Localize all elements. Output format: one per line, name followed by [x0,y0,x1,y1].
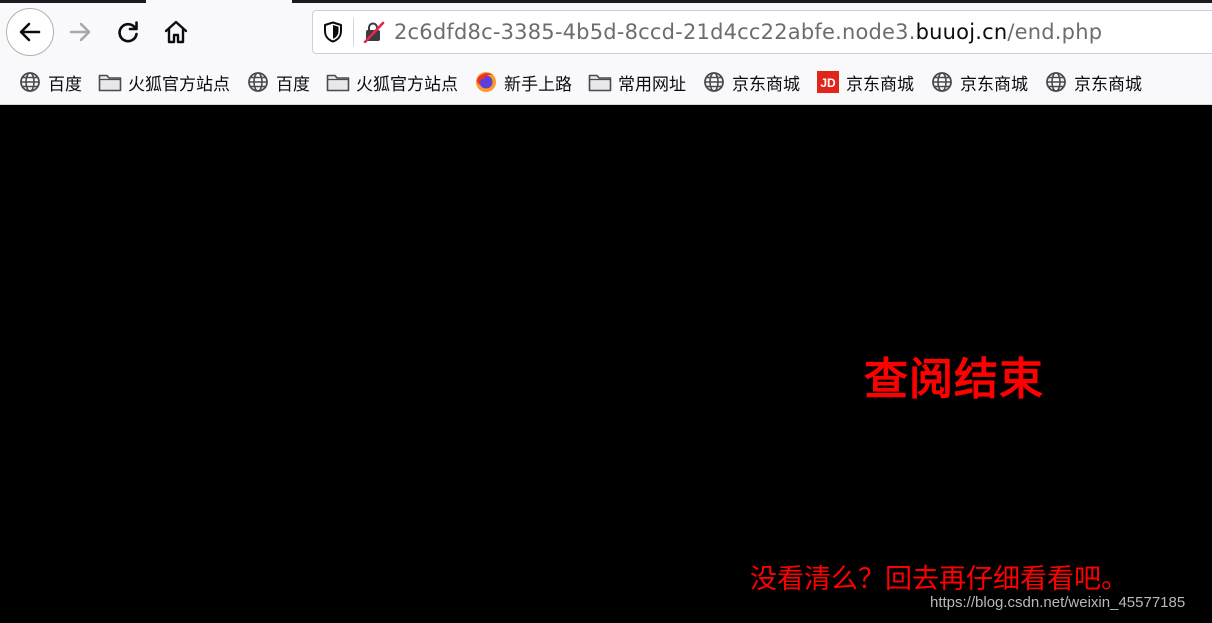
arrow-right-icon [69,22,91,42]
bookmark-label: 百度 [48,74,82,95]
globe-icon [1044,70,1068,94]
globe-icon [18,70,42,94]
reload-button[interactable] [104,8,152,56]
folder-icon [98,70,122,94]
forward-button[interactable] [56,8,104,56]
bookmark-label: 京东商城 [960,74,1028,95]
page-content: 查阅结束 没看清么？回去再仔细看看吧。 https://blog.csdn.ne… [0,105,1212,623]
url-host: buuoj.cn [915,20,1008,44]
home-button[interactable] [152,8,200,56]
home-icon [164,20,188,44]
navigation-toolbar: 2c6dfd8c-3385-4b5d-8ccd-21d4cc22abfe.nod… [0,3,1212,61]
page-title: 查阅结束 [864,354,1044,405]
bookmark-item[interactable]: 京东商城 [930,66,1028,98]
bookmark-item[interactable]: 常用网址 [588,66,686,98]
bookmark-label: 新手上路 [504,74,572,95]
hint-text: 没看清么？回去再仔细看看吧。 [750,564,1128,595]
url-path: /end.php [1007,20,1103,44]
bookmark-label: 京东商城 [1074,74,1142,95]
firefox-icon [474,70,498,94]
folder-icon [326,70,350,94]
url-prefix: 2c6dfd8c-3385-4b5d-8ccd-21d4cc22abfe.nod… [394,20,916,44]
bookmark-label: 百度 [276,74,310,95]
folder-icon [588,70,612,94]
bookmark-item[interactable]: JD 京东商城 [816,66,914,98]
globe-icon [702,70,726,94]
globe-icon [930,70,954,94]
bookmark-label: 常用网址 [618,74,686,95]
bookmark-item[interactable]: 京东商城 [702,66,800,98]
shield-icon [324,21,342,43]
globe-icon [246,70,270,94]
watermark: https://blog.csdn.net/weixin_45577185 [930,594,1186,611]
url-bar[interactable]: 2c6dfd8c-3385-4b5d-8ccd-21d4cc22abfe.nod… [312,10,1212,54]
reload-icon [118,21,138,43]
arrow-left-icon [19,22,41,42]
bookmark-label: 京东商城 [732,74,800,95]
bookmark-label: 火狐官方站点 [128,74,230,95]
bookmark-label: 京东商城 [846,74,914,95]
back-button[interactable] [6,8,54,56]
insecure-lock-icon [363,21,385,43]
svg-text:JD: JD [820,76,836,90]
bookmark-item[interactable]: 新手上路 [474,66,572,98]
bookmark-item[interactable]: 京东商城 [1044,66,1142,98]
jd-icon: JD [816,70,840,94]
bookmark-item[interactable]: 火狐官方站点 [98,66,230,98]
bookmark-item[interactable]: 百度 [246,66,310,98]
bookmarks-toolbar: 百度 火狐官方站点 百度 火狐官方站点 新手上路 常用网址 京东商城 JD 京东… [0,62,1212,102]
site-security-button[interactable] [354,11,394,53]
browser-chrome: 2c6dfd8c-3385-4b5d-8ccd-21d4cc22abfe.nod… [0,0,1212,105]
bookmark-item[interactable]: 火狐官方站点 [326,66,458,98]
tracking-protection-button[interactable] [313,11,353,53]
bookmark-item[interactable]: 百度 [18,66,82,98]
url-text[interactable]: 2c6dfd8c-3385-4b5d-8ccd-21d4cc22abfe.nod… [394,20,1102,44]
bookmark-label: 火狐官方站点 [356,74,458,95]
